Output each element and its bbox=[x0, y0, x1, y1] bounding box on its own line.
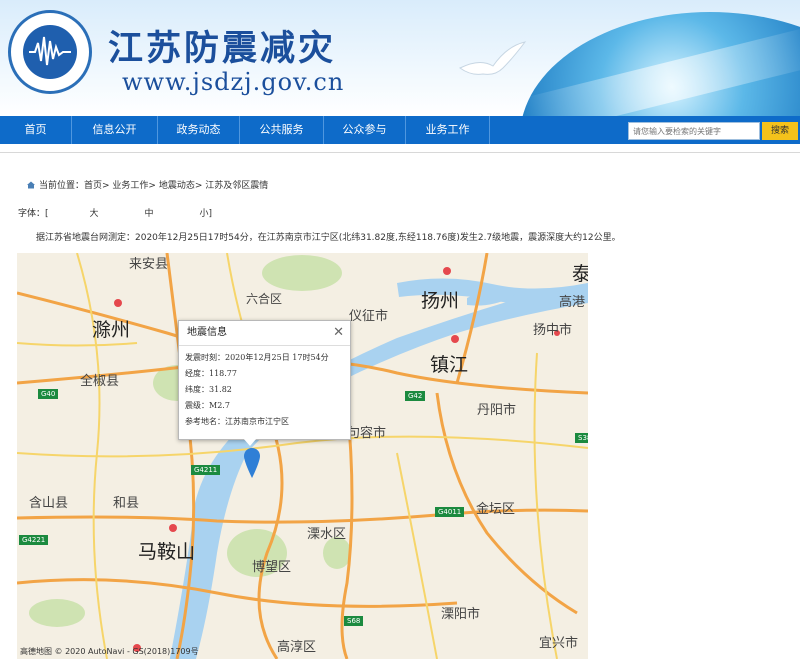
breadcrumb: 当前位置：首页> 业务工作> 地震动态> 江苏及邻区震情 bbox=[26, 178, 268, 191]
font-size-close: ] bbox=[208, 209, 213, 219]
popup-pointer bbox=[243, 438, 257, 446]
site-url: www.jsdzj.gov.cn bbox=[122, 68, 345, 96]
map-label-maanshan: 马鞍山 bbox=[138, 541, 196, 563]
shield-g4221: G4221 bbox=[19, 535, 49, 545]
font-medium-button[interactable]: 中 bbox=[99, 206, 154, 219]
map-canvas bbox=[17, 253, 588, 659]
map-label-yizheng: 仪征市 bbox=[349, 309, 389, 324]
map-label-zhenjiang: 镇江 bbox=[430, 354, 469, 376]
seismograph-logo-icon bbox=[23, 25, 77, 79]
nav-business-work[interactable]: 业务工作 bbox=[406, 116, 490, 144]
divider bbox=[0, 152, 800, 153]
map-label-laian: 来安县 bbox=[129, 257, 169, 272]
map-label-tai: 泰 bbox=[572, 263, 588, 285]
search-button[interactable]: 搜索 bbox=[762, 122, 798, 140]
map-label-lishui: 溧水区 bbox=[307, 527, 347, 542]
popup-title: 地震信息 bbox=[179, 321, 350, 346]
shield-g4011: G4011 bbox=[435, 507, 465, 517]
earthquake-map[interactable]: 来安县 泰 六合区 扬州 高港 滁州 仪征市 扬中市 镇江 全椒县 丹阳市 句容… bbox=[17, 253, 588, 659]
map-label-danyang: 丹阳市 bbox=[477, 403, 517, 418]
popup-place: 参考地名：江苏南京市江宁区 bbox=[185, 417, 289, 426]
map-label-liuhe: 六合区 bbox=[246, 292, 283, 306]
dove-icon bbox=[459, 41, 527, 75]
map-label-gaogang: 高港 bbox=[559, 295, 586, 310]
font-size-label: 字体：[ bbox=[18, 209, 49, 219]
map-label-yangzhou: 扬州 bbox=[421, 290, 460, 312]
popup-latitude: 纬度：31.82 bbox=[185, 385, 232, 394]
shield-g4211: G4211 bbox=[191, 465, 221, 475]
popup-longitude: 经度：118.77 bbox=[185, 369, 237, 378]
breadcrumb-prefix: 当前位置： bbox=[39, 181, 85, 191]
map-label-hanshan: 含山县 bbox=[29, 496, 69, 511]
map-label-quanjiao: 全椒县 bbox=[80, 374, 120, 389]
map-label-yangzhong: 扬中市 bbox=[533, 323, 573, 338]
earthquake-info-popup: 地震信息 ✕ 发震时刻：2020年12月25日 17时54分 经度：118.77… bbox=[178, 320, 351, 446]
map-label-yixing: 宜兴市 bbox=[539, 636, 579, 651]
logo[interactable] bbox=[8, 10, 92, 94]
shield-g40: G40 bbox=[38, 389, 59, 399]
map-label-chuzhou: 滁州 bbox=[92, 319, 131, 341]
map-attribution: 高德地图 © 2020 AutoNavi - GS(2018)1709号 bbox=[20, 647, 199, 656]
home-icon bbox=[27, 181, 35, 189]
shield-g42: G42 bbox=[405, 391, 426, 401]
map-label-bowang: 博望区 bbox=[252, 560, 292, 575]
font-large-button[interactable]: 大 bbox=[49, 206, 99, 219]
nav-public-services[interactable]: 公共服务 bbox=[240, 116, 324, 144]
font-size-selector: 字体：[大中小] bbox=[18, 206, 212, 219]
popup-magnitude: 震级：M2.7 bbox=[185, 401, 230, 410]
epicenter-marker-icon[interactable] bbox=[244, 448, 260, 478]
nav-home[interactable]: 首页 bbox=[0, 116, 72, 144]
shield-s38: S38 bbox=[575, 433, 588, 443]
nav-info-disclosure[interactable]: 信息公开 bbox=[72, 116, 158, 144]
map-label-liyang: 溧阳市 bbox=[441, 607, 481, 622]
site-title: 江苏防震减灾 bbox=[108, 28, 337, 69]
map-label-gaochun: 高淳区 bbox=[277, 640, 317, 655]
breadcrumb-path[interactable]: 首页> 业务工作> 地震动态> 江苏及邻区震情 bbox=[84, 181, 268, 191]
search-input[interactable] bbox=[628, 122, 760, 140]
shield-s68: S68 bbox=[344, 616, 364, 626]
map-label-jintan: 金坛区 bbox=[476, 502, 516, 517]
nav-public-participation[interactable]: 公众参与 bbox=[324, 116, 406, 144]
popup-time: 发震时刻：2020年12月25日 17时54分 bbox=[185, 353, 329, 362]
site-banner: 江苏防震减灾 www.jsdzj.gov.cn bbox=[0, 0, 800, 116]
font-small-button[interactable]: 小 bbox=[154, 206, 209, 219]
nav-government-news[interactable]: 政务动态 bbox=[158, 116, 240, 144]
map-label-he: 和县 bbox=[113, 496, 140, 511]
close-icon[interactable]: ✕ bbox=[333, 325, 344, 340]
map-label-jurong: 句容市 bbox=[347, 426, 387, 441]
earthquake-report: 据江苏省地震台网测定：2020年12月25日17时54分，在江苏南京市江宁区(北… bbox=[36, 233, 621, 243]
